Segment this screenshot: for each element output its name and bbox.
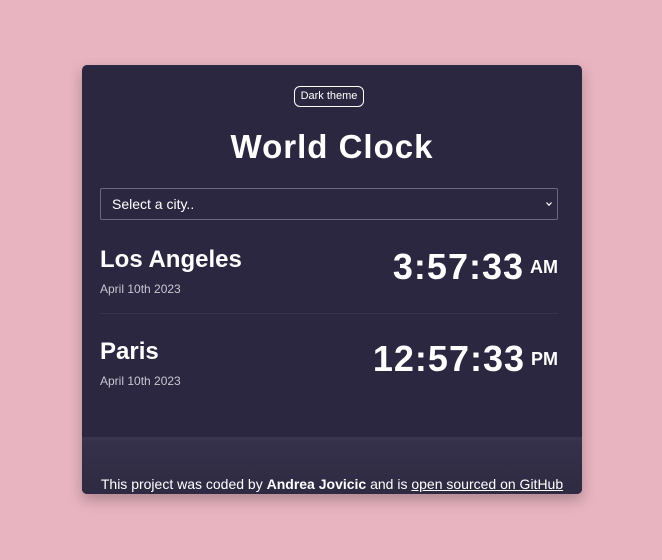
time-digits: 3:57:33 — [392, 246, 524, 287]
time-digits: 12:57:33 — [372, 338, 525, 379]
city-date: April 10th 2023 — [100, 282, 181, 296]
city-time: 3:57:33 AM — [393, 243, 558, 299]
city-select[interactable]: Select a city.. — [100, 188, 558, 220]
footer-middle: and is — [370, 476, 408, 492]
chevron-down-icon — [546, 202, 552, 207]
city-select-value: Select a city.. — [112, 196, 195, 212]
city-time: 12:57:33 PM — [373, 335, 558, 391]
time-ampm: PM — [531, 349, 558, 369]
github-link[interactable]: open sourced on GitHub — [411, 476, 563, 492]
dark-theme-button[interactable]: Dark theme — [294, 86, 364, 107]
world-clock-card: Dark theme World Clock Select a city.. L… — [82, 65, 582, 494]
city-row-paris: Paris April 10th 2023 12:57:33 PM — [100, 335, 558, 415]
city-name: Los Angeles — [100, 246, 242, 273]
city-name: Paris — [100, 338, 159, 365]
city-row-los-angeles: Los Angeles April 10th 2023 3:57:33 AM — [100, 243, 558, 314]
footer: This project was coded by Andrea Jovicic… — [82, 437, 582, 494]
footer-prefix: This project was coded by — [100, 476, 263, 492]
page-title: World Clock — [230, 128, 434, 165]
footer-author: Andrea Jovicic — [266, 476, 367, 492]
time-ampm: AM — [530, 257, 558, 277]
city-date: April 10th 2023 — [100, 374, 181, 388]
footer-text: This project was coded by Andrea Jovicic… — [82, 475, 582, 493]
